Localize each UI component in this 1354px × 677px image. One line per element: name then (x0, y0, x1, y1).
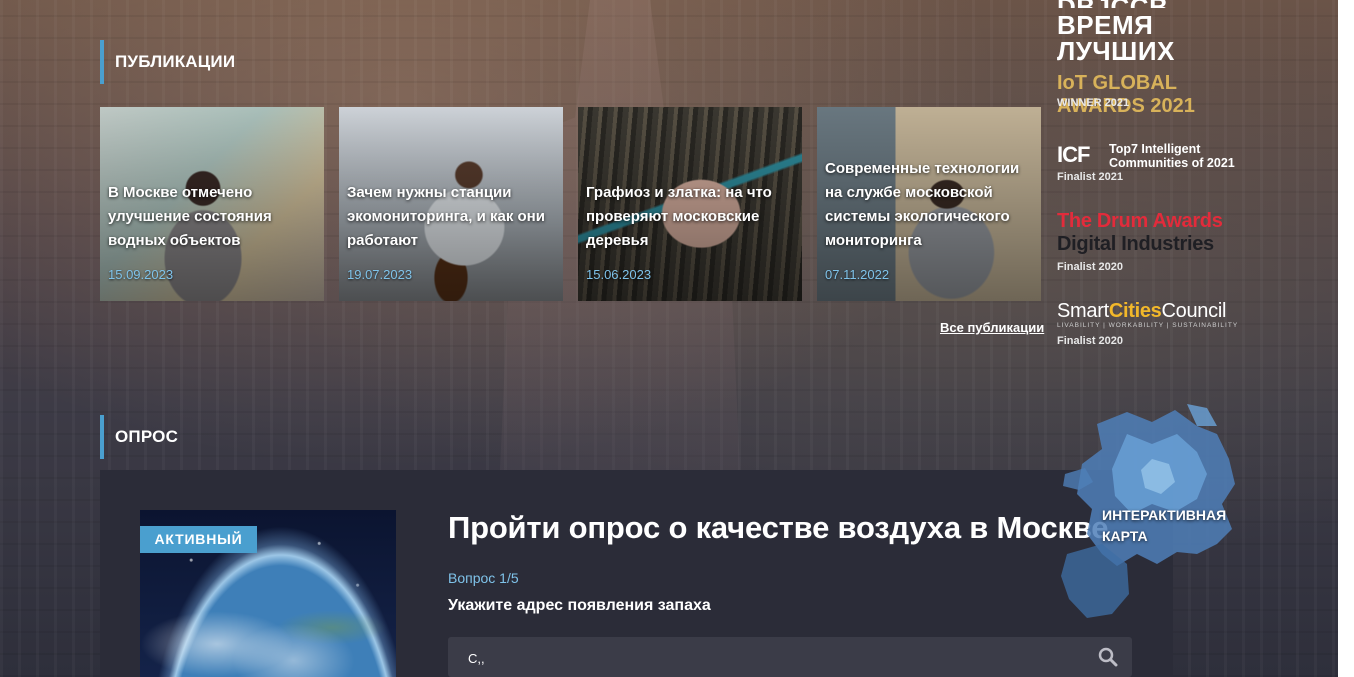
smart-cities-part-c: Council (1161, 300, 1227, 322)
award-top-title: ВРЕМЯ ЛУЧШИХ (1057, 10, 1175, 66)
survey-heading: ОПРОС (100, 415, 178, 459)
drum-award-line2: Digital Industries (1057, 233, 1214, 255)
publications-heading: ПУБЛИКАЦИИ (100, 40, 235, 84)
survey-image-clouds (140, 567, 396, 677)
interactive-map-label-line1: ИНТЕРАКТИВНАЯ (1102, 507, 1227, 523)
iot-award-title: IoT GLOBAL AWARDS 2021 (1057, 72, 1195, 117)
publication-card[interactable]: Зачем нужны станции экомониторинга, и ка… (339, 107, 563, 301)
all-publications-link[interactable]: Все публикации (940, 320, 1044, 335)
award-vremya-luchshikh: DBJCCB ВРЕМЯ ЛУЧШИХ (1057, 0, 1247, 66)
status-badge: АКТИВНЫЙ (140, 526, 257, 553)
publication-title[interactable]: Графиоз и златка: на что проверяют моско… (586, 181, 796, 253)
award-top-cut-text: DBJCCB (1057, 0, 1247, 8)
smart-cities-logo: SmartCitiesCouncil (1057, 300, 1226, 323)
question-counter: Вопрос 1/5 (448, 570, 519, 586)
publication-date: 07.11.2022 (825, 267, 890, 282)
publication-date: 19.07.2023 (347, 267, 413, 282)
search-icon[interactable] (1098, 647, 1118, 667)
publication-card[interactable]: Современные технологии на службе московс… (817, 107, 1041, 301)
publication-title[interactable]: Современные технологии на службе московс… (825, 157, 1035, 253)
iot-award-sub: WINNER 2021 (1057, 97, 1130, 109)
icf-logo: ICF (1057, 142, 1090, 167)
publications-list: В Москве отмечено улучшение состояния во… (100, 107, 1041, 301)
publication-card[interactable]: В Москве отмечено улучшение состояния во… (100, 107, 324, 301)
drum-award-sub: Finalist 2020 (1057, 261, 1124, 273)
interactive-map-label[interactable]: ИНТЕРАКТИВНАЯ КАРТА (1102, 505, 1226, 547)
address-input[interactable] (466, 647, 1070, 669)
publication-date: 15.09.2023 (108, 267, 174, 282)
survey-title: Пройти опрос о качестве воздуха в Москве (448, 510, 1109, 545)
address-search-field[interactable] (448, 637, 1132, 677)
icf-award-title: Top7 Intelligent Communities of 2021 (1109, 142, 1235, 170)
smart-cities-part-b: Cities (1108, 300, 1162, 322)
drum-award-line1: The Drum Awards (1057, 210, 1223, 232)
scrollbar-track[interactable] (1338, 0, 1354, 677)
publication-title[interactable]: В Москве отмечено улучшение состояния во… (108, 181, 318, 253)
publication-card[interactable]: Графиоз и златка: на что проверяют моско… (578, 107, 802, 301)
question-prompt: Укажите адрес появления запаха (448, 597, 711, 614)
smart-cities-sub: Finalist 2020 (1057, 335, 1124, 347)
interactive-map-label-line2: КАРТА (1102, 528, 1148, 544)
icf-award-sub: Finalist 2021 (1057, 171, 1124, 183)
smart-cities-part-a: Smart (1057, 300, 1109, 322)
publication-date: 15.06.2023 (586, 267, 652, 282)
publication-title[interactable]: Зачем нужны станции экомониторинга, и ка… (347, 181, 557, 253)
smart-cities-tagline: LIVABILITY | WORKABILITY | SUSTAINABILIT… (1057, 322, 1239, 329)
